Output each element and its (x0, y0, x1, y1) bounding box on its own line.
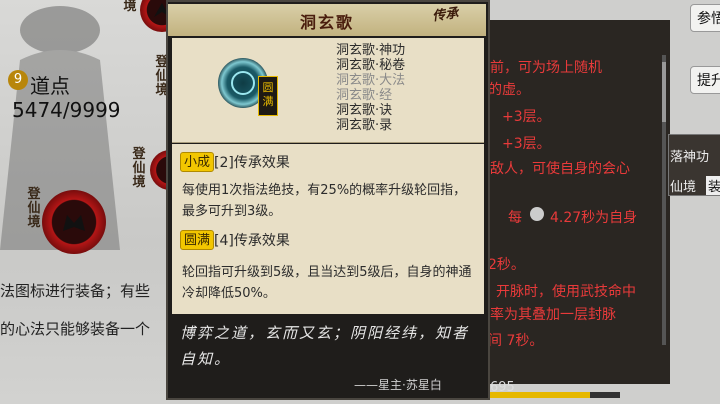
inheritance-seal: 传承 (431, 6, 460, 25)
detail-line: 2秒。 (488, 257, 525, 273)
effect-badge: 圆满 (180, 230, 215, 250)
emblem-inner-ring (231, 71, 255, 95)
skill-item: 洞玄歌·录 (336, 118, 393, 133)
upgrade-button[interactable]: 提升 (690, 66, 720, 94)
medal-label: 境 (123, 0, 137, 14)
divider (172, 142, 484, 143)
daodian-count: 5474/9999 (12, 98, 121, 122)
scrollbar-thumb[interactable] (662, 62, 666, 122)
detail-line: 敌人，可使自身的会心 (490, 161, 630, 177)
daodian-label: 道点 (30, 74, 70, 98)
effect-badge: 小成 (180, 152, 215, 172)
background-text: 的心法只能够装备一个 (0, 320, 151, 338)
detail-line: 的虚。 (488, 82, 530, 98)
level-badge: 圆满 (258, 76, 278, 116)
skill-item: 洞玄歌·诀 (336, 103, 393, 118)
effect-title: [2]传承效果 (214, 155, 290, 171)
detail-line: 率为其叠加一层封脉 (490, 307, 616, 323)
equip-button[interactable]: 装 (706, 176, 720, 195)
skill-item: 洞玄歌·大法 (336, 73, 406, 88)
effect-text: 每使用1次指法绝技，有25%的概率升级轮回指，最多可升到3级。 (182, 183, 467, 219)
skill-item: 洞玄歌·经 (336, 88, 393, 103)
medal-label: 登仙境 (27, 187, 41, 230)
detail-line: 开脉时，使用武技命中 (496, 284, 636, 300)
effect-text: 轮回指可升级到5级，且当达到5级后，自身的神通冷却降低50%。 (182, 265, 472, 301)
side-text: 落神功 (670, 150, 710, 165)
side-text: 仙境 (670, 180, 697, 195)
effect-title: [4]传承效果 (214, 233, 290, 249)
detail-line: +3层。 (502, 136, 551, 152)
comprehend-button[interactable]: 参悟 (690, 4, 720, 32)
skill-item: 洞玄歌·神功 (336, 43, 406, 58)
daodian-icon: 9 (8, 70, 28, 90)
beast-icon (63, 215, 85, 231)
medal-4[interactable] (42, 190, 106, 254)
bottom-number: 695 (490, 380, 515, 395)
detail-line: 4.27秒为自身 (550, 210, 638, 226)
detail-line: 每 (508, 210, 522, 226)
poem-author: ——星主·苏星白 (354, 378, 442, 392)
detail-line: 前，可为场上随机 (490, 60, 602, 76)
background-text: 法图标进行装备；有些 (0, 282, 151, 300)
skill-item: 洞玄歌·秘卷 (336, 58, 406, 73)
clock-icon (530, 207, 544, 221)
detail-line: 间 7秒。 (488, 333, 544, 349)
medal-label: 登仙境 (132, 147, 146, 190)
flavor-poem: 博弈之道，玄而又玄；阴阳经纬，知者自知。 (180, 324, 470, 368)
detail-line: +3层。 (502, 109, 551, 125)
